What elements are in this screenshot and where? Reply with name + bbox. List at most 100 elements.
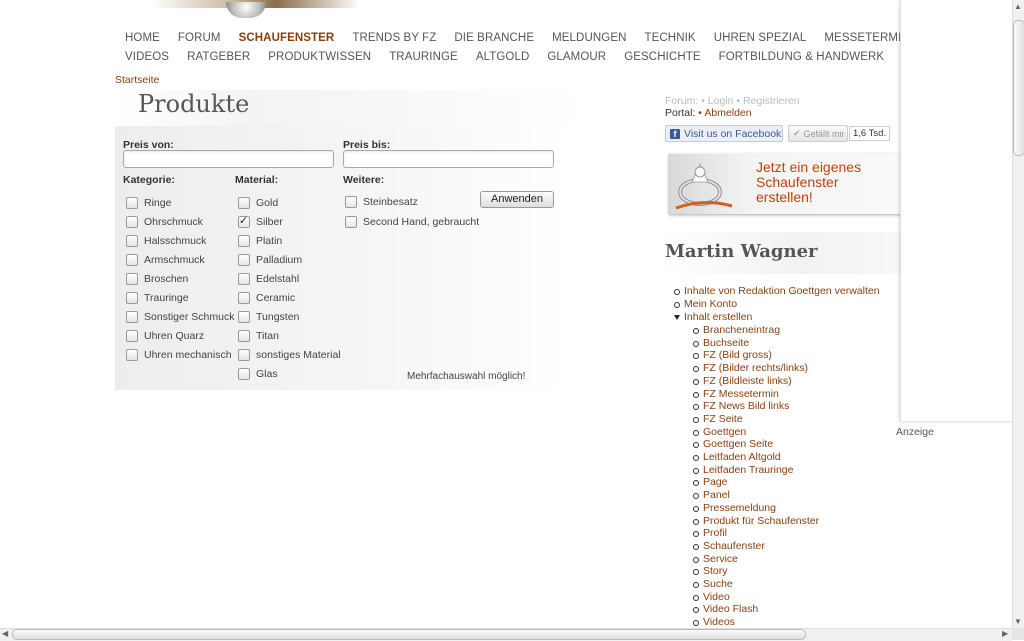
- checkbox[interactable]: [238, 214, 250, 228]
- user-menu-item[interactable]: Mein Konto: [684, 298, 737, 310]
- like-button[interactable]: ✔ Gefällt mir: [788, 125, 848, 142]
- checkbox[interactable]: [238, 368, 250, 380]
- create-shop-ad-banner[interactable]: Jetzt ein eigenes Schaufenster erstellen…: [668, 154, 903, 214]
- nav-item-home[interactable]: HOME: [125, 32, 160, 44]
- price-from-input[interactable]: [123, 150, 334, 168]
- create-content-type-link[interactable]: Goettgen: [703, 426, 746, 438]
- create-content-type-link[interactable]: Video: [703, 591, 730, 603]
- logout-link[interactable]: Abmelden: [704, 107, 751, 119]
- scroll-left-icon[interactable]: ◀: [2, 629, 8, 638]
- material-option[interactable]: sonstiges Material: [238, 349, 341, 361]
- nav-item-technik[interactable]: TECHNIK: [645, 32, 696, 44]
- create-content-type-link[interactable]: Leitfaden Altgold: [703, 451, 781, 463]
- kategorie-option[interactable]: Ringe: [126, 197, 171, 209]
- register-link[interactable]: Registrieren: [743, 95, 800, 107]
- checkbox[interactable]: [345, 216, 357, 228]
- checkbox[interactable]: [126, 197, 138, 209]
- checkbox[interactable]: [238, 330, 250, 342]
- create-content-type-link[interactable]: Pressemeldung: [703, 502, 776, 514]
- create-content-type-link[interactable]: Suche: [703, 578, 733, 590]
- material-option[interactable]: Gold: [238, 197, 278, 209]
- nav-item-schaufenster[interactable]: SCHAUFENSTER: [239, 32, 335, 44]
- facebook-button[interactable]: f Visit us on Facebook: [665, 125, 783, 142]
- checkbox[interactable]: [126, 216, 138, 228]
- create-content-type-link[interactable]: Service: [703, 553, 738, 565]
- nav-item-ratgeber[interactable]: RATGEBER: [187, 51, 250, 63]
- kategorie-option[interactable]: Ohrschmuck: [126, 216, 203, 228]
- create-content-type-link[interactable]: Buchseite: [703, 337, 749, 349]
- create-content-type-link[interactable]: FZ Seite: [703, 413, 743, 425]
- user-menu-item[interactable]: Inhalt erstellen: [684, 311, 752, 323]
- material-option[interactable]: Palladium: [238, 254, 302, 266]
- material-option[interactable]: Tungsten: [238, 311, 299, 323]
- create-content-type-link[interactable]: FZ Messetermin: [703, 388, 779, 400]
- nav-item-fortbildung-handwerk[interactable]: FORTBILDUNG & HANDWERK: [719, 51, 885, 63]
- create-content-type-link[interactable]: Video Flash: [703, 603, 758, 615]
- horizontal-scroll-thumb[interactable]: [12, 629, 806, 640]
- checkbox[interactable]: [238, 197, 250, 209]
- nav-item-die-branche[interactable]: DIE BRANCHE: [454, 32, 534, 44]
- vertical-scroll-thumb[interactable]: [1013, 20, 1024, 156]
- create-content-type-link[interactable]: Brancheneintrag: [703, 324, 780, 336]
- checkbox[interactable]: [238, 254, 250, 266]
- kategorie-option[interactable]: Halsschmuck: [126, 235, 206, 247]
- checkbox[interactable]: [126, 273, 138, 285]
- breadcrumb-home[interactable]: Startseite: [115, 74, 159, 86]
- kategorie-option[interactable]: Sonstiger Schmuck: [126, 311, 234, 323]
- create-content-type-link[interactable]: FZ (Bild gross): [703, 349, 772, 361]
- apply-filter-button[interactable]: Anwenden: [480, 191, 554, 208]
- kategorie-option[interactable]: Broschen: [126, 273, 188, 285]
- weitere-option[interactable]: Second Hand, gebraucht: [345, 216, 479, 228]
- checkbox[interactable]: [126, 330, 138, 342]
- create-content-type-link[interactable]: Produkt für Schaufenster: [703, 515, 819, 527]
- scroll-right-icon[interactable]: ▶: [1002, 629, 1008, 638]
- create-content-type-link[interactable]: FZ (Bildleiste links): [703, 375, 792, 387]
- kategorie-option[interactable]: Trauringe: [126, 292, 189, 304]
- create-content-type-link[interactable]: Page: [703, 476, 728, 488]
- weitere-option[interactable]: Steinbesatz: [345, 196, 418, 208]
- checkbox[interactable]: [238, 273, 250, 285]
- nav-item-uhren-spezial[interactable]: UHREN SPEZIAL: [714, 32, 807, 44]
- checkbox[interactable]: [345, 196, 357, 208]
- checkbox[interactable]: [126, 254, 138, 266]
- checkbox[interactable]: [238, 292, 250, 304]
- create-content-type-link[interactable]: Goettgen Seite: [703, 438, 773, 450]
- kategorie-option[interactable]: Armschmuck: [126, 254, 205, 266]
- material-option[interactable]: Glas: [238, 368, 278, 380]
- checkbox[interactable]: [126, 292, 138, 304]
- material-option[interactable]: Silber: [238, 214, 283, 228]
- create-content-type-link[interactable]: FZ News Bild links: [703, 400, 789, 412]
- checkbox[interactable]: [126, 349, 138, 361]
- scroll-up-icon[interactable]: ▲: [1014, 2, 1022, 11]
- create-content-type-link[interactable]: Schaufenster: [703, 540, 765, 552]
- nav-item-meldungen[interactable]: MELDUNGEN: [552, 32, 626, 44]
- create-content-type-link[interactable]: Videos: [703, 616, 735, 628]
- nav-item-videos[interactable]: VIDEOS: [125, 51, 169, 63]
- nav-item-altgold[interactable]: ALTGOLD: [476, 51, 530, 63]
- kategorie-option[interactable]: Uhren Quarz: [126, 330, 204, 342]
- user-menu-item[interactable]: Inhalte von Redaktion Goettgen verwalten: [684, 285, 880, 297]
- expanded-triangle-icon[interactable]: [674, 315, 680, 320]
- nav-item-trends-by-fz[interactable]: TRENDS BY FZ: [352, 32, 436, 44]
- material-option[interactable]: Edelstahl: [238, 273, 299, 285]
- material-option[interactable]: Platin: [238, 235, 282, 247]
- material-option[interactable]: Titan: [238, 330, 279, 342]
- create-content-type-link[interactable]: Profil: [703, 527, 727, 539]
- scroll-down-icon[interactable]: ▼: [1014, 617, 1022, 626]
- material-option[interactable]: Ceramic: [238, 292, 295, 304]
- checkbox[interactable]: [238, 311, 250, 323]
- nav-item-geschichte[interactable]: GESCHICHTE: [624, 51, 700, 63]
- checkbox[interactable]: [238, 235, 250, 247]
- create-content-type-link[interactable]: Story: [703, 565, 728, 577]
- checkbox[interactable]: [126, 235, 138, 247]
- checkbox[interactable]: [238, 349, 250, 361]
- login-link[interactable]: Login: [708, 95, 734, 107]
- create-content-type-link[interactable]: FZ (Bilder rechts/links): [703, 362, 808, 374]
- nav-item-trauringe[interactable]: TRAURINGE: [389, 51, 458, 63]
- nav-item-forum[interactable]: FORUM: [178, 32, 221, 44]
- kategorie-option[interactable]: Uhren mechanisch: [126, 349, 232, 361]
- create-content-type-link[interactable]: Leitfaden Trauringe: [703, 464, 793, 476]
- create-content-type-link[interactable]: Panel: [703, 489, 730, 501]
- price-to-input[interactable]: [343, 150, 554, 168]
- nav-item-glamour[interactable]: GLAMOUR: [547, 51, 606, 63]
